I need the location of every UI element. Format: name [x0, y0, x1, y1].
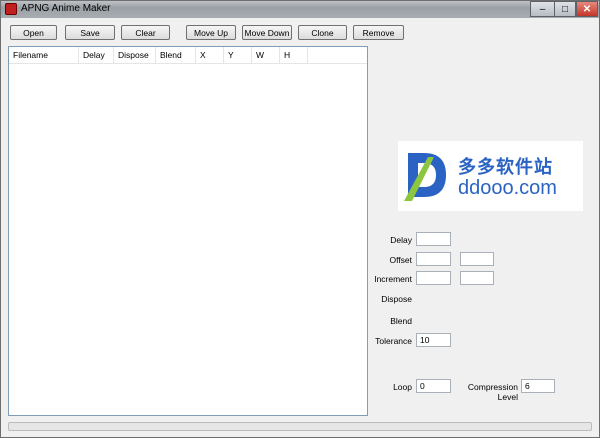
close-button[interactable]: ✕: [576, 1, 598, 17]
column-h[interactable]: H: [280, 47, 308, 63]
ddooo-logo-icon: [404, 153, 446, 201]
title-bar[interactable]: APNG Anime Maker – □ ✕: [1, 1, 599, 18]
move-down-button[interactable]: Move Down: [242, 25, 292, 40]
progress-bar: [8, 422, 592, 431]
offset-label: Offset: [389, 255, 412, 265]
frame-list[interactable]: Filename Delay Dispose Blend X Y W H: [8, 46, 368, 416]
minimize-button[interactable]: –: [530, 1, 554, 17]
clear-button[interactable]: Clear: [121, 25, 170, 40]
column-w[interactable]: W: [252, 47, 280, 63]
watermark-cn-text: 多多软件站: [458, 157, 553, 177]
open-button[interactable]: Open: [10, 25, 57, 40]
app-window: APNG Anime Maker – □ ✕ Open Save Clear M…: [0, 0, 600, 438]
maximize-button[interactable]: □: [554, 1, 576, 17]
loop-label: Loop: [393, 382, 412, 392]
maximize-icon: □: [561, 4, 569, 15]
app-icon[interactable]: [5, 3, 17, 15]
increment-x-field[interactable]: [416, 271, 451, 285]
move-up-button[interactable]: Move Up: [186, 25, 236, 40]
save-button[interactable]: Save: [65, 25, 115, 40]
offset-y-field[interactable]: [460, 252, 494, 266]
window-title: APNG Anime Maker: [21, 3, 111, 14]
offset-x-field[interactable]: [416, 252, 451, 266]
delay-label: Delay: [390, 235, 412, 245]
column-blend[interactable]: Blend: [156, 47, 196, 63]
clone-button[interactable]: Clone: [298, 25, 347, 40]
list-header: Filename Delay Dispose Blend X Y W H: [9, 47, 367, 64]
watermark: 多多软件站 ddooo.com: [398, 141, 583, 211]
blend-label: Blend: [390, 316, 412, 326]
increment-label: Increment: [374, 274, 412, 284]
remove-button[interactable]: Remove: [353, 25, 404, 40]
column-dispose[interactable]: Dispose: [114, 47, 156, 63]
column-filename[interactable]: Filename: [9, 47, 79, 63]
column-delay[interactable]: Delay: [79, 47, 114, 63]
minimize-icon: –: [539, 4, 546, 15]
increment-y-field[interactable]: [460, 271, 494, 285]
column-x[interactable]: X: [196, 47, 224, 63]
delay-field[interactable]: [416, 232, 451, 246]
loop-field[interactable]: 0: [416, 379, 451, 393]
compression-level-label: Compression Level: [467, 382, 518, 402]
compression-level-field[interactable]: 6: [521, 379, 555, 393]
column-y[interactable]: Y: [224, 47, 252, 63]
tolerance-field[interactable]: 10: [416, 333, 451, 347]
tolerance-label: Tolerance: [375, 336, 412, 346]
close-icon: ✕: [582, 4, 592, 15]
dispose-label: Dispose: [381, 294, 412, 304]
watermark-en-text: ddooo.com: [458, 177, 557, 199]
